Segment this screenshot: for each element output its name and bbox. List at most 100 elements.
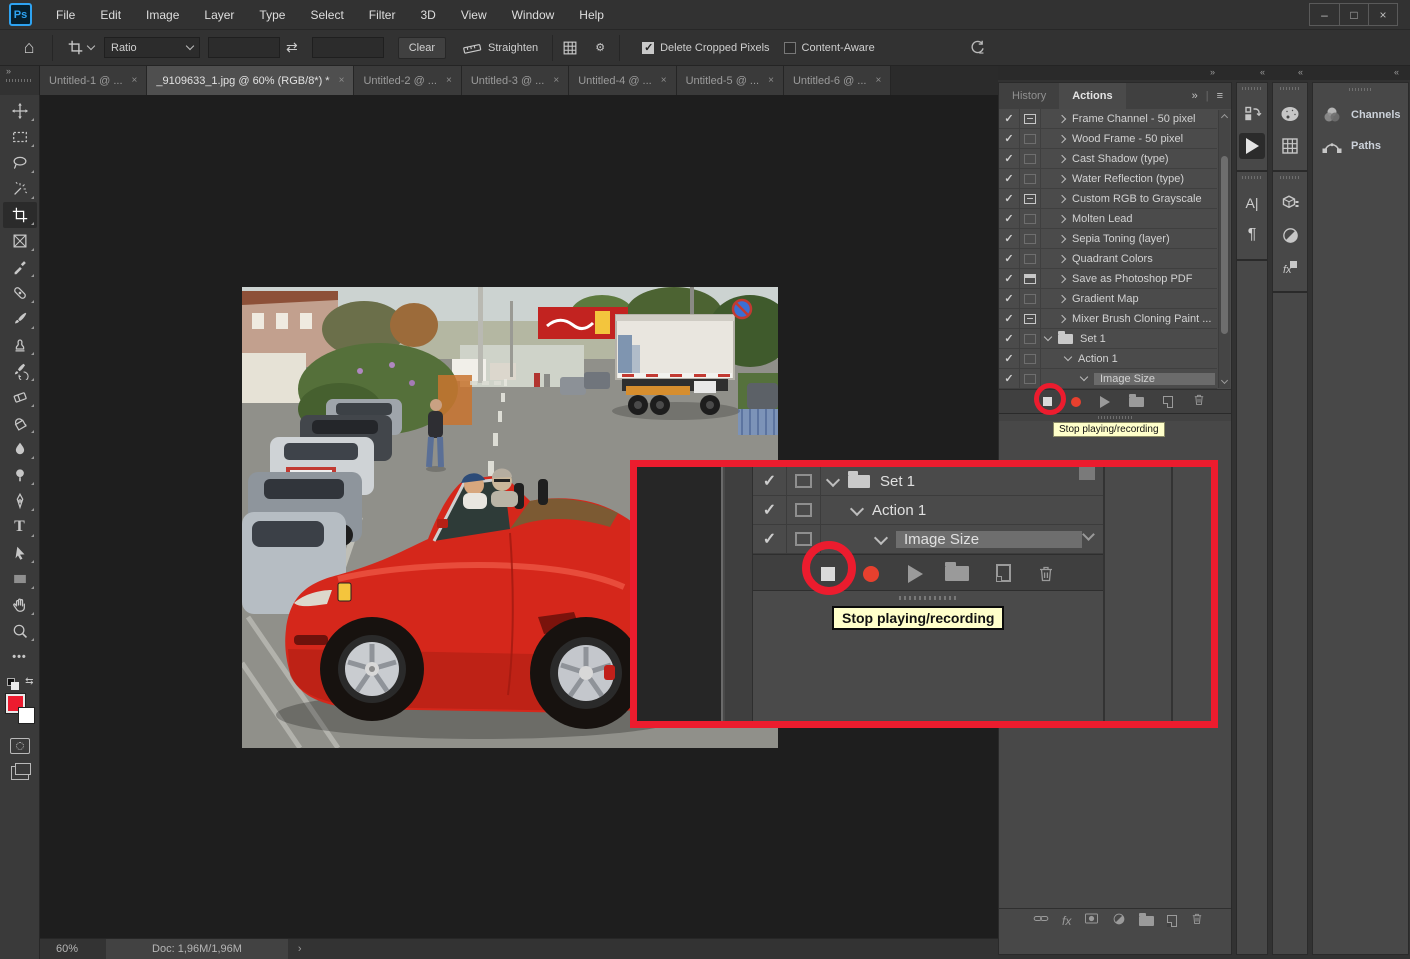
inset-command-row-selected[interactable]: ✓ Image Size	[753, 525, 1103, 554]
action-row[interactable]: ✓Save as Photoshop PDF	[999, 269, 1217, 289]
new-group-icon[interactable]	[1139, 916, 1154, 926]
scroll-down-icon[interactable]	[1221, 377, 1228, 384]
home-icon[interactable]: ⌂	[14, 37, 44, 58]
layer-effects-icon[interactable]: fx	[1062, 914, 1071, 928]
panel-menu-icon[interactable]: ≡	[1217, 90, 1223, 102]
record-button[interactable]	[863, 566, 879, 582]
path-selection-tool[interactable]	[3, 540, 37, 566]
include-checkbox[interactable]: ✓	[999, 169, 1020, 188]
include-checkbox[interactable]: ✓	[753, 525, 787, 553]
aspect-ratio-select[interactable]: Ratio	[104, 37, 200, 58]
expand-chevron-icon[interactable]	[1058, 194, 1066, 202]
layer-mask-icon[interactable]	[1084, 912, 1099, 930]
expand-chevron-icon[interactable]	[1058, 174, 1066, 182]
collapse-chevron-icon[interactable]	[1044, 333, 1052, 341]
include-checkbox[interactable]: ✓	[753, 467, 787, 495]
expand-chevron-icon[interactable]	[1058, 314, 1066, 322]
brush-tool[interactable]	[3, 306, 37, 332]
tab-history[interactable]: History	[999, 83, 1059, 109]
new-action-button[interactable]	[1163, 396, 1173, 408]
swatches-panel-icon[interactable]	[1277, 133, 1303, 159]
swap-colors-icon[interactable]: ⇆	[25, 676, 33, 687]
color-panel-icon[interactable]	[1277, 101, 1303, 127]
include-checkbox[interactable]: ✓	[999, 149, 1020, 168]
include-checkbox[interactable]: ✓	[999, 209, 1020, 228]
tab-9109633-active[interactable]: _9109633_1.jpg @ 60% (RGB/8*) *×	[147, 66, 354, 95]
expand-chevron-icon[interactable]	[1058, 254, 1066, 262]
menu-layer[interactable]: Layer	[204, 8, 234, 22]
include-checkbox[interactable]: ✓	[999, 189, 1020, 208]
include-checkbox[interactable]: ✓	[999, 269, 1020, 288]
close-icon[interactable]: ×	[339, 75, 345, 86]
collapse-panel-icon[interactable]: «	[1260, 67, 1265, 77]
close-icon[interactable]: ×	[768, 75, 774, 86]
rectangle-tool[interactable]	[3, 566, 37, 592]
crop-settings-gear-icon[interactable]: ⚙	[595, 41, 605, 54]
play-button[interactable]	[908, 565, 923, 583]
action-row[interactable]: ✓Mixer Brush Cloning Paint ...	[999, 309, 1217, 329]
crop-tool-preset-icon[interactable]	[67, 39, 94, 56]
ratio-height-input[interactable]	[312, 37, 384, 58]
delete-button[interactable]	[1036, 563, 1056, 589]
menu-file[interactable]: File	[56, 8, 75, 22]
close-icon[interactable]: ×	[132, 75, 138, 86]
dodge-tool[interactable]	[3, 462, 37, 488]
straighten-label[interactable]: Straighten	[488, 42, 538, 54]
dialog-toggle[interactable]	[1020, 189, 1041, 208]
dialog-toggle[interactable]	[1020, 289, 1041, 308]
clear-button[interactable]: Clear	[398, 37, 446, 59]
expand-chevron-icon[interactable]	[1058, 154, 1066, 162]
action-row[interactable]: ✓Gradient Map	[999, 289, 1217, 309]
dialog-toggle[interactable]	[1020, 209, 1041, 228]
delete-layer-icon[interactable]	[1190, 911, 1204, 931]
include-checkbox[interactable]: ✓	[999, 329, 1020, 348]
delete-button[interactable]	[1192, 392, 1206, 412]
lasso-tool[interactable]	[3, 150, 37, 176]
doc-size-info[interactable]: Doc: 1,96M/1,96M	[106, 939, 288, 959]
close-icon[interactable]: ×	[446, 75, 452, 86]
close-icon[interactable]: ×	[553, 75, 559, 86]
tab-untitled-1[interactable]: Untitled-1 @ ...×	[40, 66, 147, 95]
history-brush-tool[interactable]	[3, 358, 37, 384]
menu-3d[interactable]: 3D	[420, 8, 435, 22]
expand-chevron-icon[interactable]	[1058, 214, 1066, 222]
menu-edit[interactable]: Edit	[100, 8, 121, 22]
inset-set-row[interactable]: ✓ Set 1	[753, 467, 1103, 496]
play-button[interactable]	[1100, 396, 1110, 408]
expand-chevron-icon[interactable]	[1058, 294, 1066, 302]
reset-tool-icon[interactable]	[969, 39, 986, 56]
dialog-toggle[interactable]	[1020, 249, 1041, 268]
menu-view[interactable]: View	[461, 8, 487, 22]
collapse-chevron-icon[interactable]	[850, 501, 864, 515]
new-layer-icon[interactable]	[1167, 915, 1177, 927]
libraries-panel-icon[interactable]	[1277, 190, 1303, 216]
frame-tool[interactable]	[3, 228, 37, 254]
menu-window[interactable]: Window	[512, 8, 555, 22]
new-set-button[interactable]	[945, 566, 969, 581]
include-checkbox[interactable]: ✓	[999, 129, 1020, 148]
dialog-toggle[interactable]	[1020, 169, 1041, 188]
action-row[interactable]: ✓Water Reflection (type)	[999, 169, 1217, 189]
include-checkbox[interactable]: ✓	[999, 309, 1020, 328]
include-checkbox[interactable]: ✓	[999, 289, 1020, 308]
expand-chevron-icon[interactable]	[1058, 274, 1066, 282]
action-row[interactable]: ✓Cast Shadow (type)	[999, 149, 1217, 169]
collapse-to-icons-icon[interactable]: »	[1192, 90, 1198, 102]
paint-bucket-tool[interactable]	[3, 410, 37, 436]
tab-untitled-3[interactable]: Untitled-3 @ ...×	[462, 66, 569, 95]
minimize-button[interactable]: –	[1310, 4, 1339, 25]
expand-chevron-icon[interactable]	[1058, 114, 1066, 122]
scroll-up-icon[interactable]	[1221, 114, 1228, 121]
close-icon[interactable]: ×	[875, 75, 881, 86]
background-color-swatch[interactable]	[18, 707, 35, 724]
dialog-toggle[interactable]	[1020, 329, 1041, 348]
quick-mask-button[interactable]	[10, 738, 30, 754]
menu-filter[interactable]: Filter	[369, 8, 396, 22]
expand-panel-icon[interactable]: »	[1210, 67, 1215, 77]
edit-toolbar-ellipsis[interactable]: •••	[3, 644, 37, 670]
dialog-toggle[interactable]	[1020, 229, 1041, 248]
crop-tool[interactable]	[3, 202, 37, 228]
dialog-toggle[interactable]	[1020, 109, 1041, 128]
action-row[interactable]: ✓Custom RGB to Grayscale	[999, 189, 1217, 209]
adjustments-panel-icon[interactable]	[1277, 222, 1303, 248]
